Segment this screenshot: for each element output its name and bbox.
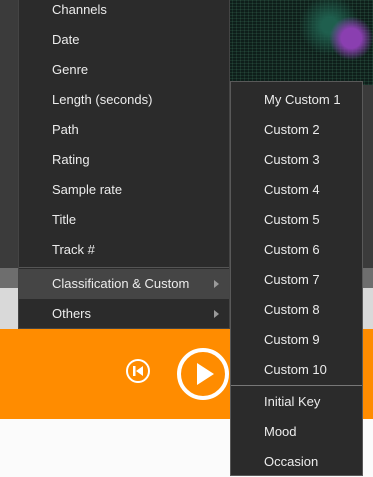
submenu-item-mood[interactable]: Mood <box>231 417 362 447</box>
submenu-item-label: Custom 5 <box>264 212 320 227</box>
submenu-item-label: Custom 7 <box>264 272 320 287</box>
submenu-separator <box>231 385 362 386</box>
menu-item-others[interactable]: Others <box>19 299 229 329</box>
submenu-item-custom-9[interactable]: Custom 9 <box>231 325 362 355</box>
submenu-item-label: My Custom 1 <box>264 92 341 107</box>
submenu-item-custom-8[interactable]: Custom 8 <box>231 295 362 325</box>
menu-item-date[interactable]: Date <box>19 25 229 55</box>
submenu-item-occasion[interactable]: Occasion <box>231 447 362 477</box>
submenu-item-custom-5[interactable]: Custom 5 <box>231 205 362 235</box>
classification-custom-submenu: My Custom 1 Custom 2 Custom 3 Custom 4 C… <box>230 81 363 476</box>
album-art <box>228 0 373 85</box>
menu-separator <box>19 267 229 268</box>
menu-item-rating[interactable]: Rating <box>19 145 229 175</box>
menu-item-label: Genre <box>52 62 89 77</box>
menu-item-channels[interactable]: Channels <box>19 0 229 25</box>
menu-item-label: Date <box>52 32 80 47</box>
submenu-arrow-icon <box>214 280 219 288</box>
submenu-item-label: Initial Key <box>264 394 321 409</box>
submenu-item-initial-key[interactable]: Initial Key <box>231 387 362 417</box>
previous-button[interactable] <box>126 359 150 383</box>
submenu-item-custom-4[interactable]: Custom 4 <box>231 175 362 205</box>
menu-item-label: Length (seconds) <box>52 92 153 107</box>
submenu-item-custom-10[interactable]: Custom 10 <box>231 355 362 385</box>
menu-item-genre[interactable]: Genre <box>19 55 229 85</box>
menu-item-label: Path <box>52 122 79 137</box>
menu-item-label: Title <box>52 212 77 227</box>
column-menu: Channels Date Genre Length (seconds) Pat… <box>18 0 230 329</box>
menu-item-sample-rate[interactable]: Sample rate <box>19 175 229 205</box>
menu-item-length[interactable]: Length (seconds) <box>19 85 229 115</box>
submenu-item-label: Custom 8 <box>264 302 320 317</box>
menu-item-label: Track # <box>52 242 95 257</box>
submenu-item-custom-7[interactable]: Custom 7 <box>231 265 362 295</box>
menu-item-label: Sample rate <box>52 182 123 197</box>
submenu-item-custom-2[interactable]: Custom 2 <box>231 115 362 145</box>
skip-previous-icon <box>133 366 143 376</box>
menu-item-classification-custom[interactable]: Classification & Custom <box>19 269 229 299</box>
menu-item-path[interactable]: Path <box>19 115 229 145</box>
submenu-item-label: Custom 2 <box>264 122 320 137</box>
menu-item-label: Channels <box>52 2 107 17</box>
submenu-item-label: Custom 6 <box>264 242 320 257</box>
play-button[interactable] <box>177 348 229 400</box>
submenu-item-my-custom-1[interactable]: My Custom 1 <box>231 85 362 115</box>
menu-item-track-number[interactable]: Track # <box>19 235 229 265</box>
submenu-item-label: Custom 9 <box>264 332 320 347</box>
play-icon <box>197 363 214 385</box>
submenu-item-label: Occasion <box>264 454 319 469</box>
submenu-item-custom-3[interactable]: Custom 3 <box>231 145 362 175</box>
menu-item-label: Others <box>52 306 92 321</box>
menu-item-label: Classification & Custom <box>52 276 190 291</box>
submenu-item-custom-6[interactable]: Custom 6 <box>231 235 362 265</box>
menu-item-label: Rating <box>52 152 90 167</box>
submenu-item-label: Mood <box>264 424 297 439</box>
submenu-arrow-icon <box>214 310 219 318</box>
submenu-item-label: Custom 10 <box>264 362 327 377</box>
menu-item-title[interactable]: Title <box>19 205 229 235</box>
submenu-item-label: Custom 3 <box>264 152 320 167</box>
submenu-item-label: Custom 4 <box>264 182 320 197</box>
